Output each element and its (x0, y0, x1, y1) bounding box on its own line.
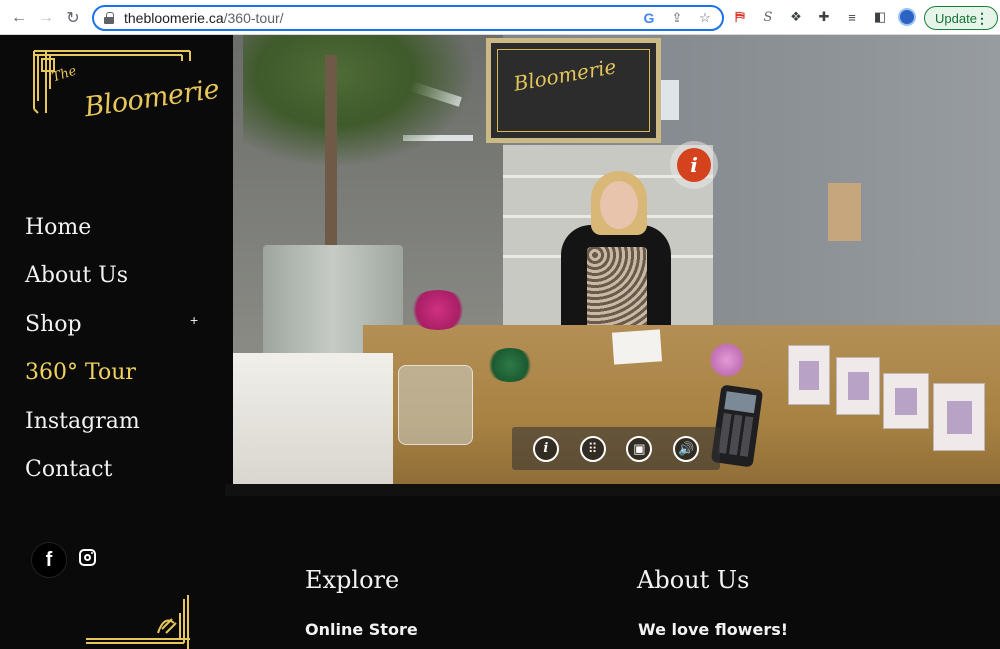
update-button[interactable]: Update ⋮ (924, 6, 998, 30)
notepad (611, 329, 663, 365)
menu-item-home[interactable]: Home (25, 203, 140, 252)
tour-viewer[interactable]: Bloomerie i i ⠿ ▣ 🔊 (233, 35, 1000, 484)
s-extension-icon[interactable]: S (758, 6, 778, 28)
menu-item-contact[interactable]: Contact (25, 446, 140, 495)
green-glass-bowl (486, 348, 534, 382)
more-menu-icon[interactable]: ⋮ (975, 10, 989, 27)
viewer-shadow (225, 484, 1000, 496)
forward-arrow-icon[interactable]: → (33, 5, 59, 31)
online-store-link[interactable]: Online Store (305, 620, 418, 639)
tree-foliage (243, 35, 473, 165)
side-panel-icon[interactable]: ◧ (870, 6, 890, 28)
extensions-icon[interactable]: ✚ (814, 6, 834, 28)
menu-link-shop[interactable]: Shop (25, 312, 82, 337)
about-heading: About Us (637, 566, 750, 594)
fullscreen-icon[interactable]: ▣ (626, 435, 653, 462)
menu-item-instagram[interactable]: Instagram (25, 397, 140, 446)
about-text: We love flowers! (638, 620, 789, 639)
florist-face (600, 181, 638, 229)
ornament-icon (86, 595, 190, 649)
footer: f Explore Online Store About Us We love … (0, 496, 1000, 649)
puzzle-extension-icon[interactable]: ❖ (786, 6, 806, 28)
info-icon[interactable]: i (532, 435, 559, 462)
instagram-icon[interactable] (79, 549, 96, 566)
menu-item-tour[interactable]: 360° Tour (25, 349, 140, 398)
tree-trunk (325, 55, 337, 255)
gift-boxes (233, 353, 393, 484)
volume-icon[interactable]: 🔊 (673, 435, 700, 462)
greeting-cards (788, 343, 988, 463)
browser-toolbar: ← → ↻ thebloomerie.ca/360-tour/ G ⇪ ☆ ⛿ … (0, 0, 1000, 35)
info-hotspot[interactable]: i (670, 141, 718, 189)
grid-icon[interactable]: ⠿ (579, 435, 606, 462)
address-bar[interactable]: thebloomerie.ca/360-tour/ G ⇪ ☆ (92, 5, 724, 31)
paper-bag (828, 183, 861, 241)
menu-link-home[interactable]: Home (25, 215, 91, 240)
sidebar: Bloomerie The Home About Us Shop 360° To… (0, 35, 225, 495)
menu-link-tour[interactable]: 360° Tour (25, 360, 136, 385)
store-sign: Bloomerie (486, 38, 661, 143)
back-arrow-icon[interactable]: ← (6, 5, 32, 31)
main-menu: Home About Us Shop 360° Tour Instagram C… (25, 203, 140, 494)
florist-apron (587, 247, 647, 332)
facebook-icon[interactable]: f (31, 542, 67, 578)
menu-link-instagram[interactable]: Instagram (25, 409, 140, 434)
menu-link-contact[interactable]: Contact (25, 457, 112, 482)
url-host: thebloomerie.ca (124, 10, 224, 26)
menu-link-about[interactable]: About Us (25, 263, 128, 288)
info-hotspot-icon[interactable]: i (677, 148, 711, 182)
url-path: /360-tour/ (223, 10, 284, 26)
reload-icon[interactable]: ↻ (60, 5, 86, 31)
menu-item-about[interactable]: About Us (25, 252, 140, 301)
pdf-extension-icon[interactable]: ⛿ (730, 6, 750, 28)
ceiling-light (661, 80, 679, 120)
explore-heading: Explore (305, 566, 400, 594)
reading-list-icon[interactable]: ≡ (842, 6, 862, 28)
shop-expand-icon[interactable]: + (190, 312, 198, 328)
site-logo[interactable]: Bloomerie The (32, 49, 221, 145)
menu-item-shop[interactable]: Shop (25, 300, 140, 349)
orchid-flower (408, 290, 468, 330)
page: Bloomerie The Home About Us Shop 360° To… (0, 35, 1000, 649)
lock-icon[interactable] (104, 12, 114, 24)
profile-avatar[interactable] (898, 8, 916, 26)
update-label: Update (935, 10, 977, 26)
tour-controls: i ⠿ ▣ 🔊 (512, 427, 720, 470)
pink-flower (709, 343, 745, 377)
google-lens-icon[interactable]: G (640, 9, 658, 27)
share-icon[interactable]: ⇪ (668, 9, 686, 27)
bookmark-star-icon[interactable]: ☆ (696, 9, 714, 27)
glass-vase (398, 365, 473, 445)
